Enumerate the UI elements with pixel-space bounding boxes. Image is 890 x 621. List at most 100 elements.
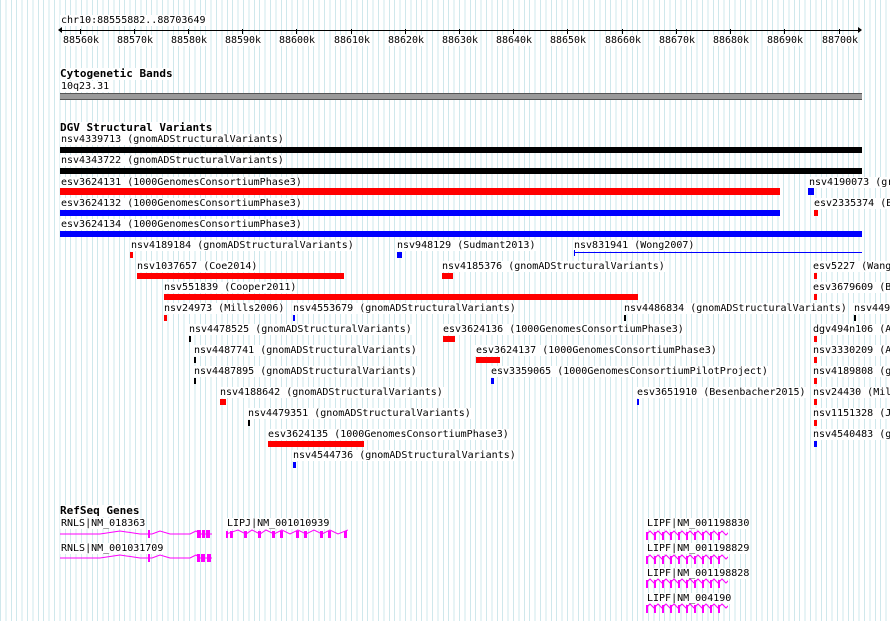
dgv-feature-bar[interactable]: [248, 420, 250, 426]
dgv-feature-label[interactable]: nsv4189184 (gnomADStructuralVariants): [130, 240, 355, 251]
gene-model-glyph[interactable]: [646, 577, 728, 589]
dgv-feature-bar[interactable]: [60, 231, 862, 237]
cytoband-track-title[interactable]: Cytogenetic Bands: [60, 68, 173, 80]
dgv-feature-label[interactable]: nsv4544736 (gnomADStructuralVariants): [292, 450, 517, 461]
dgv-feature-bar[interactable]: [814, 399, 817, 405]
cytoband-bar[interactable]: [60, 93, 862, 100]
dgv-feature-label[interactable]: nsv4185376 (gnomADStructuralVariants): [441, 261, 666, 272]
dgv-feature-bar[interactable]: [814, 420, 817, 426]
dgv-feature-label[interactable]: esv3651910 (Besenbacher2015): [636, 387, 807, 398]
dgv-feature-bar[interactable]: [814, 441, 817, 447]
ruler-tick: [839, 29, 840, 34]
dgv-feature-bar[interactable]: [293, 462, 296, 468]
refseq-track-title[interactable]: RefSeq Genes: [60, 505, 140, 517]
dgv-feature-label[interactable]: esv3679609 (B: [812, 282, 890, 293]
gene-model-glyph[interactable]: [226, 528, 348, 540]
dgv-feature-bar[interactable]: [137, 273, 344, 279]
ruler-tick: [784, 29, 785, 34]
dgv-feature-bar[interactable]: [130, 252, 133, 258]
dgv-feature-bar[interactable]: [194, 378, 196, 384]
dgv-feature-label[interactable]: nsv551839 (Cooper2011): [163, 282, 298, 293]
dgv-feature-label[interactable]: esv3624137 (1000GenomesConsortiumPhase3): [475, 345, 718, 356]
dgv-feature-bar[interactable]: [637, 399, 639, 405]
dgv-feature-bar[interactable]: [268, 441, 364, 447]
dgv-feature-label[interactable]: esv3624131 (1000GenomesConsortiumPhase3): [60, 177, 303, 188]
dgv-feature-bar[interactable]: [808, 188, 814, 195]
dgv-feature-label[interactable]: nsv4479351 (gnomADStructuralVariants): [247, 408, 472, 419]
dgv-feature-label[interactable]: nsv4540483 (g: [812, 429, 890, 440]
dgv-feature-label[interactable]: esv5227 (Wang: [812, 261, 890, 272]
dgv-feature-label[interactable]: nsv1151328 (J: [812, 408, 890, 419]
dgv-feature-label[interactable]: nsv4190073 (gr: [808, 177, 890, 188]
dgv-feature-bar[interactable]: [60, 147, 862, 153]
dgv-feature-label[interactable]: dgv494n106 (A: [812, 324, 890, 335]
dgv-feature-label[interactable]: nsv3330209 (A: [812, 345, 890, 356]
dgv-feature-bar[interactable]: [854, 315, 856, 321]
ruler-tick: [459, 29, 460, 34]
ruler-tick-label: 88600k: [278, 35, 316, 46]
dgv-feature-label[interactable]: nsv948129 (Sudmant2013): [396, 240, 537, 251]
dgv-feature-bar[interactable]: [60, 210, 780, 216]
dgv-feature-label[interactable]: nsv4189808 (g: [812, 366, 890, 377]
dgv-feature-start-tick: [574, 250, 575, 256]
ruler-tick-label: 88630k: [441, 35, 479, 46]
dgv-feature-bar[interactable]: [814, 378, 817, 384]
dgv-feature-label[interactable]: nsv4486834 (gnomADStructuralVariants): [623, 303, 848, 314]
dgv-feature-bar[interactable]: [476, 357, 500, 363]
dgv-feature-bar[interactable]: [397, 252, 402, 258]
dgv-feature-label[interactable]: nsv4478525 (gnomADStructuralVariants): [188, 324, 413, 335]
dgv-feature-label[interactable]: esv3359065 (1000GenomesConsortiumPilotPr…: [490, 366, 769, 377]
dgv-feature-bar[interactable]: [194, 357, 196, 363]
dgv-feature-bar[interactable]: [574, 252, 862, 253]
dgv-feature-label[interactable]: nsv831941 (Wong2007): [573, 240, 696, 251]
ruler-tick-label: 88660k: [604, 35, 642, 46]
dgv-feature-label[interactable]: nsv4487741 (gnomADStructuralVariants): [193, 345, 418, 356]
gene-model-glyph[interactable]: [60, 528, 212, 540]
dgv-feature-bar[interactable]: [220, 399, 226, 405]
dgv-track-title[interactable]: DGV Structural Variants: [60, 122, 213, 134]
dgv-feature-label[interactable]: esv3624132 (1000GenomesConsortiumPhase3): [60, 198, 303, 209]
ruler-tick-label: 88570k: [116, 35, 154, 46]
dgv-feature-bar[interactable]: [814, 357, 817, 363]
ruler-tick: [405, 29, 406, 34]
ruler-tick-label: 88590k: [224, 35, 262, 46]
dgv-feature-bar[interactable]: [164, 315, 167, 321]
ruler-tick-label: 88680k: [712, 35, 750, 46]
dgv-feature-label[interactable]: nsv4188642 (gnomADStructuralVariants): [219, 387, 444, 398]
dgv-feature-bar[interactable]: [60, 168, 862, 174]
dgv-feature-bar[interactable]: [443, 336, 455, 342]
gene-model-glyph[interactable]: [646, 553, 728, 565]
dgv-feature-label[interactable]: nsv1037657 (Coe2014): [136, 261, 259, 272]
dgv-feature-bar[interactable]: [814, 294, 817, 300]
dgv-feature-label[interactable]: esv3624135 (1000GenomesConsortiumPhase3): [267, 429, 510, 440]
gene-model-glyph[interactable]: [646, 529, 728, 541]
gene-model-glyph[interactable]: [60, 552, 212, 564]
dgv-feature-label[interactable]: nsv4343722 (gnomADStructuralVariants): [60, 155, 285, 166]
dgv-feature-label[interactable]: nsv449: [853, 303, 890, 314]
gene-model-glyph[interactable]: [646, 602, 728, 614]
dgv-feature-label[interactable]: esv3624136 (1000GenomesConsortiumPhase3): [442, 324, 685, 335]
dgv-feature-bar[interactable]: [189, 336, 191, 342]
dgv-feature-label[interactable]: esv3624134 (1000GenomesConsortiumPhase3): [60, 219, 303, 230]
dgv-feature-label[interactable]: nsv4553679 (gnomADStructuralVariants): [292, 303, 517, 314]
ruler-tick-label: 88700k: [821, 35, 859, 46]
ruler-tick: [567, 29, 568, 34]
dgv-feature-label[interactable]: nsv24430 (Mil: [812, 387, 890, 398]
dgv-feature-label[interactable]: nsv4487895 (gnomADStructuralVariants): [193, 366, 418, 377]
dgv-feature-bar[interactable]: [814, 336, 817, 342]
dgv-feature-label[interactable]: esv2335374 (B: [813, 198, 890, 209]
dgv-feature-bar[interactable]: [293, 315, 295, 321]
dgv-feature-bar[interactable]: [814, 273, 817, 279]
ruler-tick-label: 88580k: [170, 35, 208, 46]
gene-label[interactable]: LIPF|NM_001198830: [646, 518, 751, 529]
dgv-feature-bar[interactable]: [624, 315, 626, 321]
ruler-tick: [188, 29, 189, 34]
dgv-feature-label[interactable]: nsv4339713 (gnomADStructuralVariants): [60, 134, 285, 145]
dgv-feature-label[interactable]: nsv24973 (Mills2006): [163, 303, 286, 314]
ruler-tick-label: 88610k: [333, 35, 371, 46]
dgv-feature-bar[interactable]: [814, 210, 818, 216]
dgv-feature-bar[interactable]: [164, 294, 638, 300]
dgv-feature-bar[interactable]: [442, 273, 453, 279]
dgv-feature-bar[interactable]: [491, 378, 494, 384]
dgv-feature-bar[interactable]: [60, 188, 780, 195]
